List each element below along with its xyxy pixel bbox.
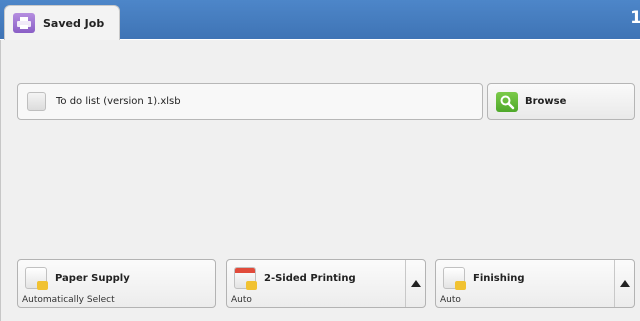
- finishing-label: Finishing: [473, 273, 525, 284]
- tab-saved-job[interactable]: Saved Job: [4, 5, 120, 41]
- file-name-field[interactable]: To do list (version 1).xlsb: [17, 83, 483, 120]
- tab-label: Saved Job: [43, 17, 105, 30]
- header-bar: Saved Job 1: [0, 0, 640, 41]
- paper-supply-value: Automatically Select: [22, 295, 115, 305]
- staple-icon: [443, 267, 466, 290]
- finishing-scroll-up-button[interactable]: [614, 260, 634, 307]
- paper-supply-button[interactable]: Paper Supply Automatically Select: [17, 259, 216, 308]
- paper-supply-label: Paper Supply: [55, 273, 130, 284]
- browse-button[interactable]: Browse: [487, 83, 635, 120]
- two-sided-value: Auto: [231, 295, 252, 305]
- two-sided-label: 2-Sided Printing: [264, 273, 356, 284]
- duplex-icon: [234, 267, 257, 290]
- two-sided-scroll-up-button[interactable]: [405, 260, 425, 307]
- chevron-up-icon: [410, 280, 421, 287]
- chevron-up-icon: [619, 280, 630, 287]
- search-icon: [496, 92, 518, 112]
- file-icon: [27, 92, 46, 111]
- file-name: To do list (version 1).xlsb: [56, 96, 181, 107]
- two-sided-printing-button[interactable]: 2-Sided Printing Auto: [226, 259, 426, 308]
- printer-icon: [13, 13, 35, 33]
- paper-tray-icon: [25, 267, 48, 290]
- corner-indicator: 1: [630, 8, 640, 28]
- finishing-value: Auto: [440, 295, 461, 305]
- browse-label: Browse: [525, 96, 567, 107]
- finishing-button[interactable]: Finishing Auto: [435, 259, 635, 308]
